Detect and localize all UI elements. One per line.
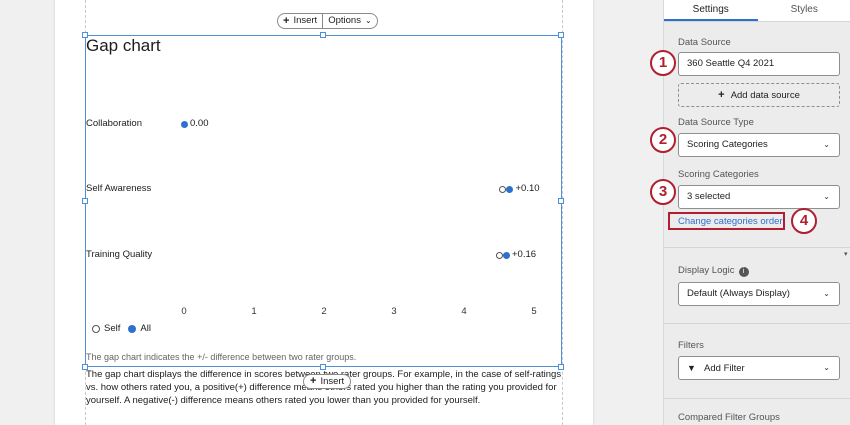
chart-caption: The gap chart indicates the +/- differen… [86, 352, 357, 362]
data-source-value: 360 Seattle Q4 2021 [687, 58, 775, 69]
callout-4: 4 [791, 208, 817, 234]
compared-filter-groups-label: Compared Filter Groups [678, 412, 780, 423]
x-tick-label: 4 [461, 306, 467, 317]
value-label: 0.00 [190, 118, 209, 129]
value-label: +0.10 [515, 183, 540, 194]
chevron-down-icon: ⌄ [823, 192, 830, 201]
resize-handle-top[interactable] [320, 32, 326, 38]
resize-handle-right[interactable] [558, 198, 564, 204]
filled-circle-icon [128, 324, 137, 333]
data-source-type-label: Data Source Type [678, 117, 754, 128]
self-point[interactable] [499, 185, 506, 193]
legend-item-self[interactable]: Self [92, 323, 120, 334]
legend-item-all[interactable]: All [128, 323, 151, 334]
category-label: Self Awareness [86, 183, 152, 194]
panel-tabs: Settings Styles [664, 0, 850, 22]
data-source-type-value: Scoring Categories [687, 139, 768, 150]
widget-toolbar: + Insert Options ⌄ [277, 13, 378, 29]
section-divider [664, 323, 850, 324]
display-logic-select[interactable]: Default (Always Display) ⌄ [678, 282, 840, 306]
add-filter-value: Add Filter [704, 363, 745, 374]
section-divider [664, 247, 850, 248]
display-logic-value: Default (Always Display) [687, 288, 790, 299]
insert-label: Insert [293, 15, 318, 26]
legend-label-all: All [140, 323, 151, 334]
x-tick-label: 5 [531, 306, 537, 317]
highlight-box [668, 212, 785, 230]
plus-icon: + [310, 375, 317, 387]
add-data-source-button[interactable]: + Add data source [678, 83, 840, 107]
plus-icon: + [283, 15, 290, 27]
filter-funnel-icon: ▼ [687, 363, 696, 373]
data-source-field[interactable]: 360 Seattle Q4 2021 [678, 52, 840, 76]
display-logic-label-text: Display Logic [678, 265, 735, 276]
category-label: Training Quality [86, 249, 153, 260]
x-tick-label: 3 [391, 306, 397, 317]
options-button[interactable]: Options ⌄ [322, 14, 376, 28]
chevron-down-icon: ⌄ [823, 289, 830, 298]
plus-icon: + [718, 89, 725, 101]
callout-2: 2 [650, 127, 676, 153]
data-source-label: Data Source [678, 37, 731, 48]
add-data-source-label: Add data source [730, 90, 800, 101]
insert-button[interactable]: + Insert [278, 14, 322, 28]
options-label: Options [328, 15, 361, 26]
info-icon[interactable]: i [738, 267, 749, 277]
x-tick-label: 2 [321, 306, 327, 317]
callout-1: 1 [650, 50, 676, 76]
data-source-type-select[interactable]: Scoring Categories ⌄ [678, 133, 840, 157]
x-tick-label: 0 [181, 306, 187, 317]
resize-handle-top-right[interactable] [558, 32, 564, 38]
chevron-down-icon: ⌄ [823, 363, 830, 372]
margin-guide-right [562, 0, 563, 425]
chart-legend: Self All [92, 323, 159, 334]
filters-label: Filters [678, 340, 704, 351]
tab-styles[interactable]: Styles [758, 0, 850, 21]
x-tick-label: 1 [251, 306, 257, 317]
hollow-circle-icon [92, 324, 100, 333]
value-label: +0.16 [512, 249, 537, 260]
display-logic-label: Display Logic i [678, 265, 749, 277]
section-divider [664, 398, 850, 399]
legend-label-self: Self [104, 323, 121, 334]
chevron-down-icon: ⌄ [364, 16, 372, 25]
tab-settings[interactable]: Settings [664, 0, 758, 21]
insert-below-label: Insert [320, 376, 345, 387]
resize-handle-left[interactable] [82, 198, 88, 204]
add-filter-select[interactable]: ▼ Add Filter ⌄ [678, 356, 840, 380]
scoring-categories-label: Scoring Categories [678, 169, 759, 180]
callout-3: 3 [650, 179, 676, 205]
all-point[interactable] [180, 120, 188, 128]
widget-selection-frame[interactable] [85, 35, 562, 367]
self-point[interactable] [495, 251, 503, 259]
insert-below-button[interactable]: + Insert [303, 374, 352, 389]
chevron-down-icon: ⌄ [823, 140, 830, 149]
all-point[interactable] [502, 251, 510, 259]
all-point[interactable] [506, 185, 513, 193]
category-label: Collaboration [86, 118, 142, 129]
scoring-categories-value: 3 selected [687, 191, 731, 202]
scoring-categories-select[interactable]: 3 selected ⌄ [678, 185, 840, 209]
widget-title: Gap chart [86, 36, 161, 55]
scroll-arrow-icon[interactable]: ▾ [844, 250, 848, 258]
